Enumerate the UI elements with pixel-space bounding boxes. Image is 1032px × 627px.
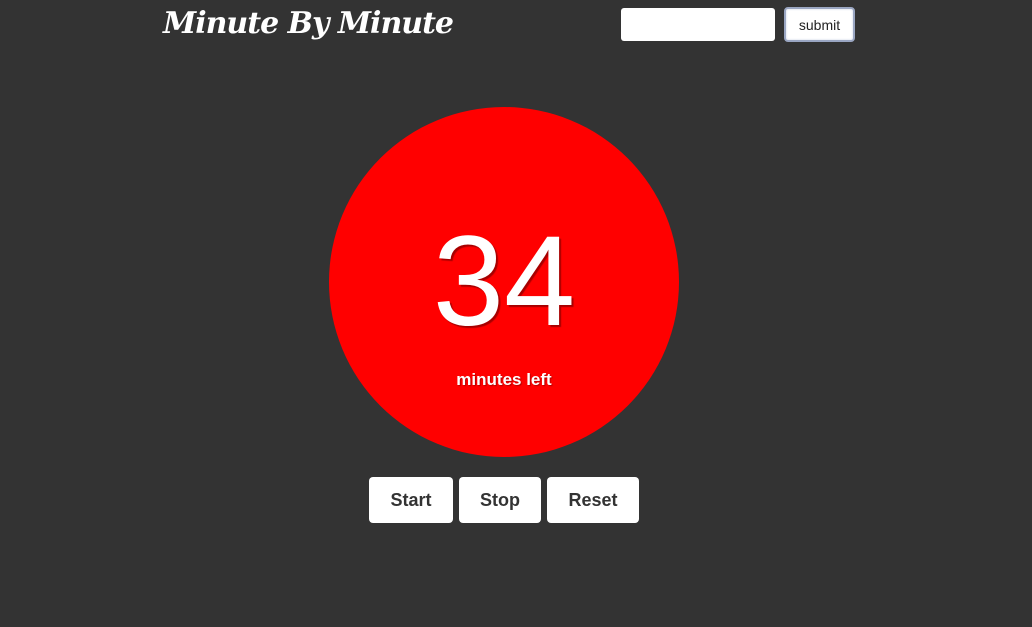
- timer-count: 34: [432, 210, 576, 353]
- start-button[interactable]: Start: [369, 477, 453, 523]
- timer-label: minutes left: [456, 370, 552, 389]
- reset-button[interactable]: Reset: [547, 477, 639, 523]
- stop-button[interactable]: Stop: [459, 477, 541, 523]
- submit-button[interactable]: submit: [784, 7, 855, 42]
- minutes-input[interactable]: [621, 8, 775, 41]
- app-logo-title: Minute By Minute: [163, 6, 454, 41]
- timer-circle: 34 minutes left: [329, 107, 679, 457]
